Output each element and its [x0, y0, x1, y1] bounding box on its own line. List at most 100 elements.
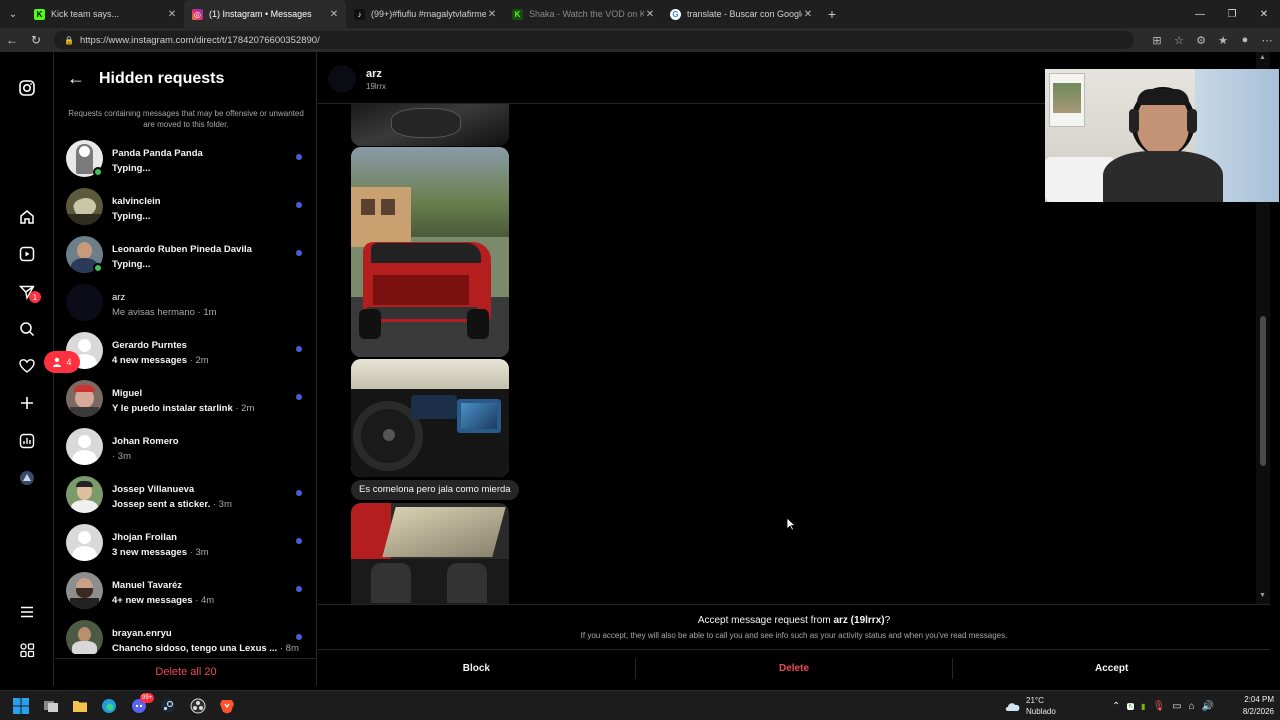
home-icon[interactable] — [15, 205, 39, 229]
messages-icon[interactable]: 1 — [15, 280, 41, 304]
monitor-icon[interactable]: ▭ — [1172, 701, 1181, 712]
follow-requests-pill[interactable]: 4 — [44, 351, 80, 373]
nvidia-icon[interactable]: ▮ — [1141, 702, 1145, 711]
block-button[interactable]: Block — [318, 650, 635, 687]
also-from-meta-icon[interactable] — [15, 638, 39, 662]
extensions-icon[interactable]: ⚙ — [1190, 34, 1212, 47]
panel-title: Hidden requests — [99, 69, 225, 87]
close-window-icon[interactable]: ✕ — [1248, 0, 1280, 28]
scroll-up-arrow-icon[interactable]: ▲ — [1259, 54, 1266, 61]
list-item[interactable]: arz Me avisas hermano · 1m — [55, 280, 317, 328]
steam-icon[interactable] — [159, 697, 177, 715]
weather-widget[interactable]: 21°C Nublado — [1004, 691, 1056, 720]
show-hidden-icons-icon[interactable]: ⌃ — [1112, 701, 1120, 712]
unread-dot — [296, 346, 302, 352]
more-options-icon[interactable]: ⋯ — [1256, 34, 1278, 47]
minimize-icon[interactable]: — — [1184, 0, 1216, 28]
photo-message-dashboard[interactable] — [351, 359, 509, 477]
request-preview: 4 new messages · 2m — [112, 355, 209, 366]
scrollbar-thumb[interactable] — [1260, 316, 1266, 466]
request-name: Gerardo Purntes — [112, 340, 187, 351]
create-plus-icon[interactable] — [15, 391, 39, 415]
close-tab-icon[interactable]: ✕ — [328, 9, 340, 20]
new-tab-button[interactable]: + — [820, 6, 844, 22]
restore-icon[interactable]: ❐ — [1216, 0, 1248, 28]
network-icon[interactable]: ⌂ — [1189, 701, 1195, 712]
brave-browser-icon[interactable] — [218, 697, 236, 715]
dashboard-icon[interactable] — [15, 429, 39, 453]
list-item[interactable]: Miguel Y le puedo instalar starlink · 2m — [55, 376, 317, 424]
request-preview-text: Typing... — [112, 163, 151, 174]
search-icon[interactable] — [15, 317, 39, 341]
list-item[interactable]: Leonardo Ruben Pineda Davila Typing... — [55, 232, 317, 280]
browser-tab-kick[interactable]: K Kick team says... ✕ — [26, 0, 184, 28]
browser-tab-instagram[interactable]: ◎ (1) Instagram • Messages ✕ — [184, 0, 346, 28]
back-arrow-icon[interactable]: ← — [67, 68, 85, 89]
weather-temperature: 21°C — [1026, 696, 1044, 705]
browser-tab-shaka-vod[interactable]: K Shaka - Watch the VOD on Kick ✕ — [504, 0, 662, 28]
address-bar-row: ← ↻ 🔒 https://www.instagram.com/direct/t… — [0, 28, 1280, 52]
browser-tab-tiktok[interactable]: ♪ (99+)#fiufiu #magalytvlafirme #ke ✕ — [346, 0, 504, 28]
conversation-name[interactable]: arz — [366, 68, 382, 80]
close-tab-icon[interactable]: ✕ — [802, 9, 814, 20]
taskbar-clock[interactable]: 2:04 PM 8/2/2026 — [1226, 694, 1274, 718]
request-actions: Block Delete Accept — [318, 649, 1270, 687]
delete-button[interactable]: Delete — [636, 650, 953, 687]
list-item[interactable]: kalvinclein Typing... — [55, 184, 317, 232]
weather-description: Nublado — [1026, 707, 1056, 716]
edge-browser-icon[interactable] — [100, 697, 118, 715]
unread-dot — [296, 538, 302, 544]
reels-icon[interactable] — [15, 242, 39, 266]
avatar — [66, 380, 103, 417]
favorite-star-icon[interactable]: ☆ — [1168, 34, 1190, 47]
more-menu-icon[interactable] — [15, 600, 39, 624]
app-available-icon[interactable]: ⊞ — [1146, 34, 1168, 47]
request-time: · 2m — [187, 355, 209, 366]
notifications-heart-icon[interactable] — [15, 354, 39, 378]
close-tab-icon[interactable]: ✕ — [166, 9, 178, 20]
favorites-icon[interactable]: ★ — [1212, 34, 1234, 47]
task-view-icon[interactable] — [42, 697, 60, 715]
photo-message-red-truck[interactable] — [351, 147, 509, 357]
list-item[interactable]: Jossep Villanueva Jossep sent a sticker.… — [55, 472, 317, 520]
avatar — [66, 428, 103, 465]
back-arrow-icon[interactable]: ← — [0, 33, 24, 47]
profile-avatar-icon[interactable] — [15, 466, 39, 490]
tab-actions-menu-button[interactable]: ⌄ — [0, 0, 26, 28]
list-item[interactable]: Jhojan Froilan 3 new messages · 3m — [55, 520, 317, 568]
delete-all-button[interactable]: Delete all 20 — [55, 658, 317, 686]
reload-icon[interactable]: ↻ — [24, 33, 48, 47]
microphone-icon[interactable]: 🎙 — [1152, 701, 1165, 712]
tab-title: (1) Instagram • Messages — [209, 9, 312, 19]
avatar[interactable] — [328, 65, 356, 93]
tiktok-icon: ♪ — [354, 8, 365, 20]
site-info-icon[interactable]: 🔒 — [64, 36, 74, 45]
tab-title: translate - Buscar con Google — [687, 9, 802, 19]
accept-request-user: arz (19lrrx) — [833, 615, 885, 626]
unread-dot — [296, 586, 302, 592]
browser-tab-google[interactable]: G translate - Buscar con Google ✕ — [662, 0, 820, 28]
photo-message-sunroof[interactable] — [351, 503, 509, 604]
kick-tray-icon[interactable]: K — [1127, 702, 1135, 710]
close-tab-icon[interactable]: ✕ — [644, 9, 656, 20]
list-item[interactable]: Panda Panda Panda Typing... — [55, 136, 317, 184]
text-message-bubble[interactable]: Es comelona pero jala como mierda — [351, 480, 519, 500]
volume-icon[interactable]: 🔊 — [1202, 701, 1214, 712]
file-explorer-icon[interactable] — [71, 697, 89, 715]
list-item[interactable]: brayan.enryu Chancho sidoso, tengo una L… — [55, 616, 317, 654]
obs-icon[interactable] — [189, 697, 207, 715]
profile-avatar-icon[interactable]: ● — [1234, 34, 1256, 47]
scroll-down-arrow-icon[interactable]: ▼ — [1259, 592, 1266, 599]
request-name: Johan Romero — [112, 436, 179, 447]
list-item[interactable]: Gerardo Purntes 4 new messages · 2m — [55, 328, 317, 376]
conversation-username: 19lrrx — [366, 82, 387, 91]
accept-button[interactable]: Accept — [953, 650, 1270, 687]
windows-start-icon[interactable] — [12, 697, 30, 715]
list-item[interactable]: Manuel Tavaréz 4+ new messages · 4m — [55, 568, 317, 616]
messenger-app-icon[interactable]: 99+ — [130, 693, 155, 715]
photo-message-car-seat[interactable] — [351, 104, 509, 146]
url-field[interactable]: 🔒 https://www.instagram.com/direct/t/178… — [54, 31, 1134, 49]
instagram-logo-icon[interactable] — [15, 76, 39, 100]
close-tab-icon[interactable]: ✕ — [486, 9, 498, 20]
list-item[interactable]: Johan Romero · 3m — [55, 424, 317, 472]
